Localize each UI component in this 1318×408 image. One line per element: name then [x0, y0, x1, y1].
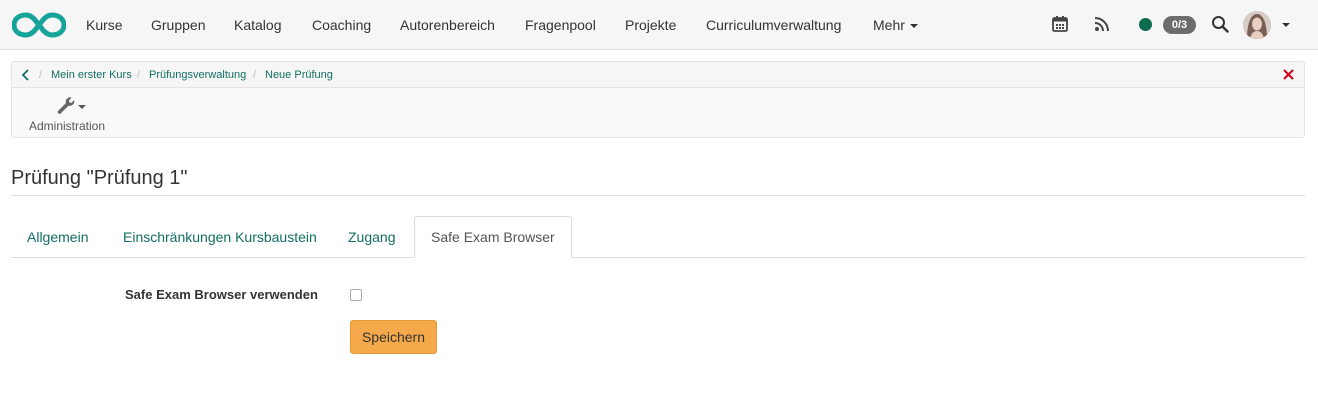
search-icon[interactable]	[1211, 15, 1231, 35]
nav-mehr-label: Mehr	[873, 17, 905, 33]
user-avatar[interactable]	[1243, 11, 1271, 39]
nav-projekte[interactable]: Projekte	[625, 0, 676, 50]
title-divider	[11, 195, 1305, 196]
online-status-icon[interactable]	[1139, 18, 1152, 31]
chevron-down-icon	[78, 105, 86, 109]
breadcrumb: / Mein erster Kurs / Prüfungsverwaltung …	[12, 62, 1304, 88]
calendar-icon[interactable]	[1051, 15, 1071, 35]
course-toolbar: / Mein erster Kurs / Prüfungsverwaltung …	[11, 61, 1305, 138]
breadcrumb-separator: /	[253, 69, 257, 81]
breadcrumb-separator: /	[137, 69, 141, 81]
top-navbar: Kurse Gruppen Katalog Coaching Autorenbe…	[0, 0, 1318, 50]
rss-icon[interactable]	[1093, 15, 1113, 35]
nav-mehr-dropdown[interactable]: Mehr	[873, 0, 918, 50]
breadcrumb-course[interactable]: Mein erster Kurs	[51, 68, 132, 82]
notification-count-badge[interactable]: 0/3	[1163, 16, 1196, 34]
close-icon[interactable]	[1282, 68, 1295, 81]
nav-coaching[interactable]: Coaching	[312, 0, 371, 50]
administration-menu-button[interactable]: Administration	[26, 96, 108, 136]
breadcrumb-separator: /	[39, 69, 43, 81]
tab-zugang[interactable]: Zugang	[332, 216, 411, 258]
chevron-down-icon	[909, 24, 918, 29]
tab-einschraenkungen-kursbaustein[interactable]: Einschränkungen Kursbaustein	[107, 216, 333, 258]
seb-enable-label: Safe Exam Browser verwenden	[125, 287, 318, 302]
tab-allgemein[interactable]: Allgemein	[11, 216, 104, 258]
nav-gruppen[interactable]: Gruppen	[151, 0, 205, 50]
back-chevron-icon[interactable]	[20, 68, 32, 82]
administration-label: Administration	[28, 119, 106, 133]
breadcrumb-exam-management[interactable]: Prüfungsverwaltung	[149, 68, 246, 82]
wrench-icon	[57, 97, 75, 114]
user-menu-chevron-down-icon[interactable]	[1282, 23, 1290, 27]
nav-katalog[interactable]: Katalog	[234, 0, 281, 50]
nav-autorenbereich[interactable]: Autorenbereich	[400, 0, 495, 50]
nav-kurse[interactable]: Kurse	[86, 0, 123, 50]
seb-enable-checkbox[interactable]	[350, 289, 362, 301]
nav-fragenpool[interactable]: Fragenpool	[525, 0, 596, 50]
breadcrumb-new-exam[interactable]: Neue Prüfung	[265, 68, 333, 82]
page-title: Prüfung "Prüfung 1"	[11, 167, 188, 189]
tab-safe-exam-browser[interactable]: Safe Exam Browser	[414, 216, 572, 258]
save-button[interactable]: Speichern	[350, 320, 437, 354]
nav-curriculumverwaltung[interactable]: Curriculumverwaltung	[706, 0, 841, 50]
openolat-logo-icon[interactable]	[11, 10, 67, 40]
